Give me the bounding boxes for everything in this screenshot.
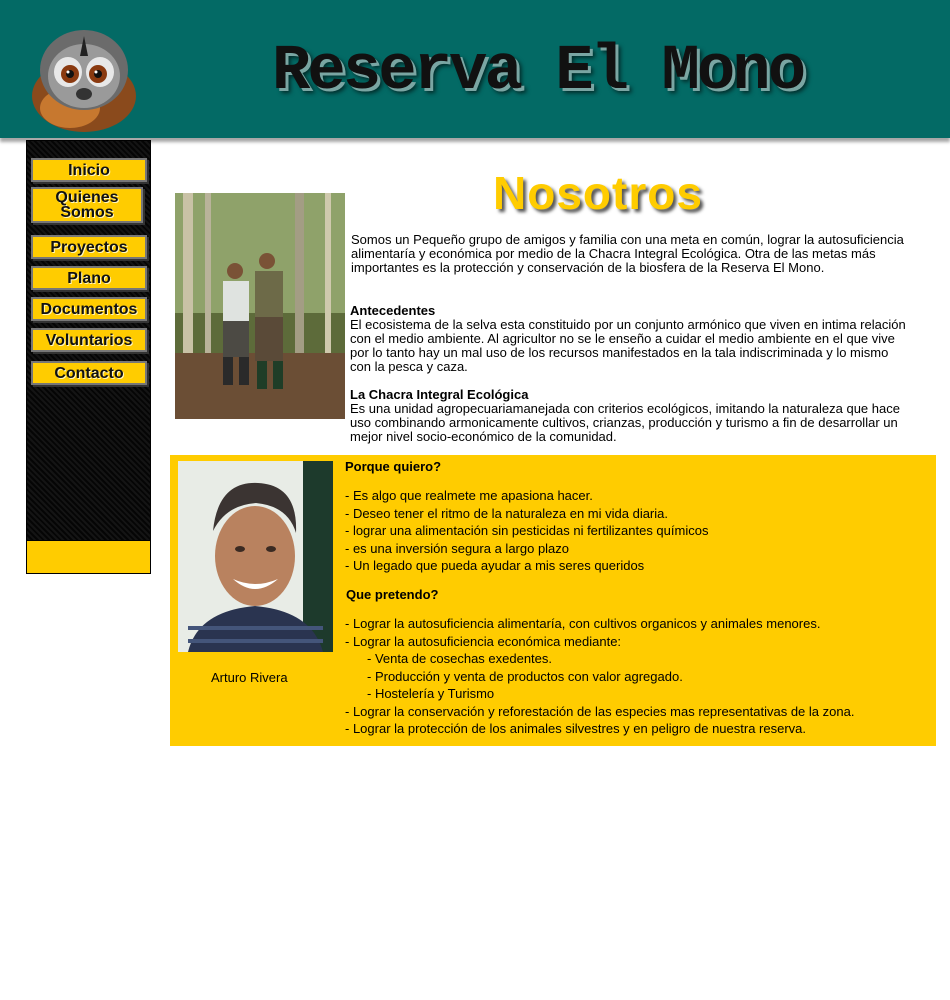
nav-quienes-somos-button[interactable]: Quienes Somos: [31, 187, 143, 223]
list-item: - lograr una alimentación sin pesticidas…: [345, 523, 709, 538]
nav-contacto-button[interactable]: Contacto: [31, 361, 147, 385]
sidebar-footer-bar: [27, 540, 150, 573]
chacra-section: La Chacra Integral Ecológica Es una unid…: [350, 388, 910, 444]
nav-proyectos-button[interactable]: Proyectos: [31, 235, 147, 259]
porque-title: Porque quiero?: [345, 459, 442, 474]
list-item: - Es algo que realmete me apasiona hacer…: [345, 488, 593, 503]
site-header: Reserva El Mono: [0, 0, 950, 138]
nav-inicio-button[interactable]: Inicio: [31, 158, 147, 182]
nav-documentos-button[interactable]: Documentos: [31, 297, 147, 321]
antecedentes-text: El ecosistema de la selva esta constitui…: [350, 317, 906, 374]
antecedentes-title: Antecedentes: [350, 303, 436, 318]
page-title: Nosotros: [493, 167, 703, 219]
list-item: - Un legado que pueda ayudar a mis seres…: [345, 558, 645, 573]
list-subitem: - Producción y venta de productos con va…: [367, 668, 683, 684]
intro-paragraph: Somos un Pequeño grupo de amigos y famil…: [351, 232, 904, 275]
site-title: Reserva El Mono: [272, 36, 806, 108]
nav-plano-button[interactable]: Plano: [31, 266, 147, 290]
porque-list: - Es algo que realmete me apasiona hacer…: [345, 487, 708, 575]
list-item: - Lograr la autosuficiencia económica me…: [345, 633, 622, 649]
pretendo-title: Que pretendo?: [346, 587, 439, 602]
monkey-face-logo: [32, 30, 136, 132]
chacra-text: Es una unidad agropecuariamanejada con c…: [350, 401, 900, 444]
list-item: - Lograr la conservación y reforestación…: [345, 703, 855, 719]
arturo-rivera-photo: [178, 461, 333, 652]
list-item: - Lograr la autosuficiencia alimentaría,…: [345, 616, 821, 631]
list-item: - Lograr la protección de los animales s…: [345, 721, 807, 736]
antecedentes-section: Antecedentes El ecosistema de la selva e…: [350, 304, 910, 374]
list-subitem: - Hostelería y Turismo: [367, 686, 495, 701]
forest-group-photo: [175, 193, 345, 419]
pretendo-list: - Lograr la autosuficiencia alimentaría,…: [345, 615, 854, 738]
profile-name: Arturo Rivera: [211, 670, 288, 685]
sidebar-nav: Inicio Quienes Somos Proyectos Plano Doc…: [26, 140, 151, 574]
list-item: - es una inversión segura a largo plazo: [345, 540, 570, 556]
chacra-title: La Chacra Integral Ecológica: [350, 387, 529, 402]
nav-voluntarios-button[interactable]: Voluntarios: [31, 328, 147, 352]
list-item: - Deseo tener el ritmo de la naturaleza …: [345, 505, 668, 521]
list-subitem: - Venta de cosechas exedentes.: [367, 651, 553, 666]
